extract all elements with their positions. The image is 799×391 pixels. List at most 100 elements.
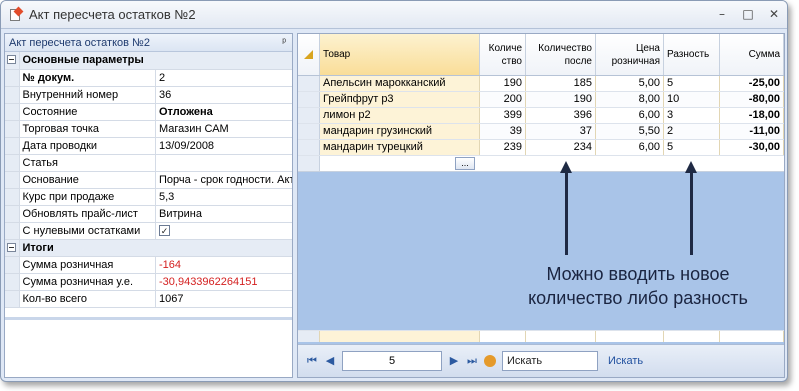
column-header-sum[interactable]: Сумма (720, 34, 784, 75)
property-value[interactable]: 5,3 (155, 188, 292, 206)
cell-price[interactable]: 6,00 (596, 108, 664, 123)
property-row[interactable]: Курс при продаже 5,3 (5, 188, 292, 206)
property-value[interactable]: Отложена (155, 103, 292, 121)
cell-sum[interactable]: -18,00 (720, 108, 784, 123)
column-header-product[interactable]: Товар (320, 34, 480, 75)
property-name: Дата проводки (19, 137, 156, 155)
cell-qty-after[interactable]: 234 (526, 140, 596, 155)
cell-diff[interactable]: 5 (664, 140, 720, 155)
title-bar: Акт пересчета остатков №2 – □ ✕ (1, 1, 787, 29)
table-row[interactable]: Грейпфрут p3 200 190 8,00 10 -80,00 (298, 92, 784, 108)
property-value[interactable] (155, 154, 292, 172)
cell-diff[interactable]: 3 (664, 108, 720, 123)
cell-qty[interactable]: 190 (480, 76, 526, 91)
cell-qty-after[interactable]: 37 (526, 124, 596, 139)
row-indicator[interactable] (298, 108, 320, 123)
property-name: Торговая точка (19, 120, 156, 138)
property-value[interactable]: -30,9433962264151 (155, 273, 292, 291)
property-value[interactable]: 1067 (155, 290, 292, 308)
sort-marker-icon (304, 50, 313, 59)
cell-qty[interactable]: 200 (480, 92, 526, 107)
property-row[interactable]: Кол-во всего 1067 (5, 290, 292, 308)
search-button[interactable]: Искать (608, 355, 643, 367)
minimize-button[interactable]: – (715, 7, 729, 21)
cell-diff[interactable]: 2 (664, 124, 720, 139)
cell-product[interactable]: лимон p2 (320, 108, 480, 123)
ellipsis-button[interactable]: ... (455, 157, 475, 170)
cell-qty-after[interactable]: 396 (526, 108, 596, 123)
property-value[interactable]: Витрина (155, 205, 292, 223)
table-row[interactable]: мандарин турецкий 239 234 6,00 5 -30,00 (298, 140, 784, 156)
property-row[interactable]: Обновлять прайс-лист Витрина (5, 205, 292, 223)
pin-icon[interactable]: ᵖ (282, 37, 286, 48)
property-value[interactable]: 2 (155, 69, 292, 87)
property-row[interactable]: № докум. 2 (5, 69, 292, 87)
next-page-icon[interactable]: ▶ (448, 354, 460, 368)
property-value[interactable]: -164 (155, 256, 292, 274)
property-value[interactable]: 36 (155, 86, 292, 104)
property-row[interactable]: Основание Порча - срок годности. Акт (5, 171, 292, 189)
cell-qty[interactable]: 399 (480, 108, 526, 123)
cell-price[interactable]: 6,00 (596, 140, 664, 155)
property-category[interactable]: Основные параметры (5, 52, 292, 70)
cell-diff[interactable]: 5 (664, 76, 720, 91)
row-indicator[interactable] (298, 76, 320, 91)
property-value[interactable]: 13/09/2008 (155, 137, 292, 155)
property-value[interactable]: Порча - срок годности. Акт (155, 171, 292, 189)
column-header-qty[interactable]: Количе ство (480, 34, 526, 75)
cell-product[interactable]: мандарин турецкий (320, 140, 480, 155)
page-number-field[interactable]: 5 (342, 351, 442, 371)
collapse-icon[interactable] (5, 239, 20, 257)
property-row[interactable]: Внутренний номер 36 (5, 86, 292, 104)
collapse-icon[interactable] (5, 52, 20, 70)
prev-page-icon[interactable]: ◀ (324, 354, 336, 368)
property-row[interactable]: Сумма розничная -164 (5, 256, 292, 274)
maximize-button[interactable]: □ (741, 7, 755, 21)
property-value[interactable]: ✓ (155, 222, 292, 240)
grid-corner[interactable] (298, 34, 320, 75)
first-page-icon[interactable]: ⏮ (306, 354, 318, 368)
cell-sum[interactable]: -80,00 (720, 92, 784, 107)
property-row[interactable]: Сумма розничная у.е. -30,9433962264151 (5, 273, 292, 291)
search-icon[interactable] (484, 355, 496, 367)
cell-qty[interactable]: 39 (480, 124, 526, 139)
window-title: Акт пересчета остатков №2 (29, 7, 196, 22)
cell-product[interactable]: мандарин грузинский (320, 124, 480, 139)
property-value[interactable]: Магазин САМ (155, 120, 292, 138)
new-item-row[interactable]: ... (298, 156, 784, 172)
cell-diff[interactable]: 10 (664, 92, 720, 107)
cell-sum[interactable]: -25,00 (720, 76, 784, 91)
search-input[interactable]: Искать (502, 351, 598, 371)
checkbox[interactable]: ✓ (159, 224, 170, 236)
cell-qty-after[interactable]: 190 (526, 92, 596, 107)
column-header-price[interactable]: Цена розничная (596, 34, 664, 75)
cell-qty[interactable]: 239 (480, 140, 526, 155)
property-row[interactable]: Дата проводки 13/09/2008 (5, 137, 292, 155)
cell-price[interactable]: 8,00 (596, 92, 664, 107)
cell-qty-after[interactable]: 185 (526, 76, 596, 91)
row-indicator[interactable] (298, 92, 320, 107)
row-indicator[interactable] (298, 140, 320, 155)
property-row[interactable]: Состояние Отложена (5, 103, 292, 121)
properties-header: Акт пересчета остатков №2 ᵖ (5, 34, 292, 52)
cell-price[interactable]: 5,00 (596, 76, 664, 91)
row-indicator[interactable] (298, 124, 320, 139)
close-button[interactable]: ✕ (767, 7, 781, 21)
column-header-qty-after[interactable]: Количество после (526, 34, 596, 75)
property-name: Сумма розничная у.е. (19, 273, 156, 291)
cell-product[interactable]: Апельсин марокканский (320, 76, 480, 91)
cell-sum[interactable]: -11,00 (720, 124, 784, 139)
last-page-icon[interactable]: ⏭ (466, 354, 478, 368)
document-edit-icon (9, 6, 24, 22)
property-row[interactable]: Статья (5, 154, 292, 172)
table-row[interactable]: мандарин грузинский 39 37 5,50 2 -11,00 (298, 124, 784, 140)
column-header-diff[interactable]: Разность (664, 34, 720, 75)
property-category[interactable]: Итоги (5, 239, 292, 257)
cell-product[interactable]: Грейпфрут p3 (320, 92, 480, 107)
property-row[interactable]: С нулевыми остатками ✓ (5, 222, 292, 240)
table-row[interactable]: лимон p2 399 396 6,00 3 -18,00 (298, 108, 784, 124)
cell-sum[interactable]: -30,00 (720, 140, 784, 155)
property-row[interactable]: Торговая точка Магазин САМ (5, 120, 292, 138)
cell-price[interactable]: 5,50 (596, 124, 664, 139)
table-row[interactable]: Апельсин марокканский 190 185 5,00 5 -25,00 (298, 76, 784, 92)
